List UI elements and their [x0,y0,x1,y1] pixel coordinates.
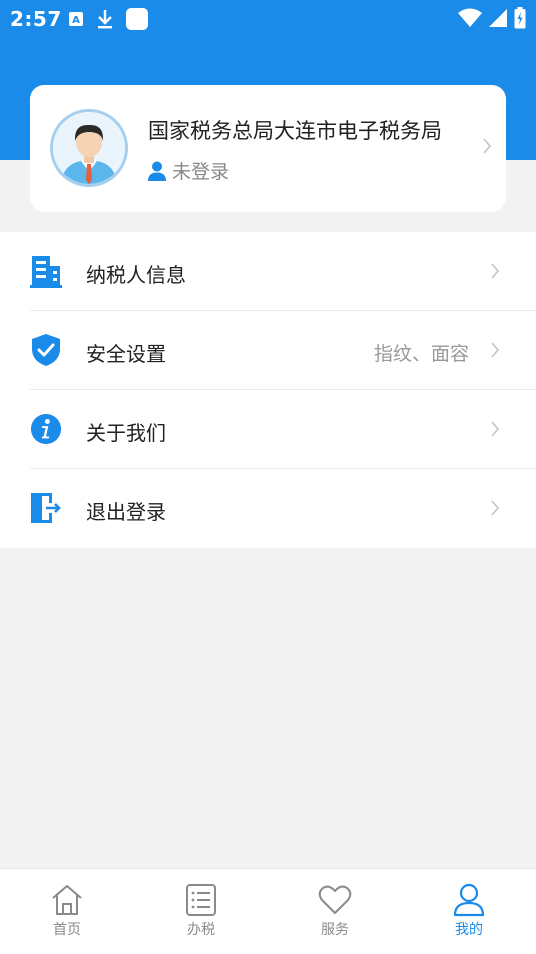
avatar [50,109,128,187]
avatar-person-icon [53,112,125,184]
status-bar: 2:57 A [0,0,536,38]
wifi-icon [458,8,482,27]
svg-text:A: A [72,15,80,26]
menu-item-value: 指纹、面容 [373,343,469,365]
menu-item-logout[interactable]: 退出登录 [0,469,536,548]
nav-item-tax[interactable]: 办税 [134,869,268,954]
chevron-right-icon [491,263,500,279]
menu-item-label: 关于我们 [86,421,166,445]
nav-item-home[interactable]: 首页 [0,869,134,954]
list-icon [186,884,216,916]
menu-item-label: 安全设置 [86,342,166,366]
menu-item-security-settings[interactable]: 安全设置 指纹、面容 [0,311,536,390]
menu-item-about-us[interactable]: 关于我们 [0,390,536,469]
signal-icon [489,9,507,27]
home-icon [52,885,82,915]
download-icon [98,10,112,29]
menu-item-taxpayer-info[interactable]: 纳税人信息 [0,232,536,311]
screen: 2:57 A 国家税务总局大连市电子税务局 未登录 纳税人信息 安全设置 指纹、… [0,0,536,954]
org-name: 国家税务总局大连市电子税务局 [148,119,442,143]
heart-icon [318,885,352,914]
nav-label: 服务 [321,922,349,938]
status-right-icons [458,7,526,29]
bottom-nav: 首页 办税 服务 我的 [0,868,536,954]
logout-icon [31,493,61,523]
chevron-right-icon [483,138,492,154]
info-icon [30,413,62,445]
nav-label: 首页 [53,922,81,938]
menu-item-label: 纳税人信息 [86,263,186,287]
user-icon [148,161,166,181]
nav-label: 我的 [455,922,483,938]
building-icon [30,256,62,288]
nav-item-mine[interactable]: 我的 [402,869,536,954]
profile-card[interactable]: 国家税务总局大连市电子税务局 未登录 [30,85,506,212]
status-left-icons: A [68,8,148,30]
user-icon [453,883,485,917]
keyboard-a-icon: A [69,12,83,26]
shield-check-icon [32,334,60,366]
login-status-row[interactable]: 未登录 [148,157,229,184]
login-status-text: 未登录 [172,161,230,183]
app-square-icon [126,8,148,30]
chevron-right-icon [491,421,500,437]
settings-menu: 纳税人信息 安全设置 指纹、面容 关于我们 退出登录 [0,232,536,548]
nav-label: 办税 [187,922,215,938]
chevron-right-icon [491,500,500,516]
chevron-right-icon [491,342,500,358]
nav-item-service[interactable]: 服务 [268,869,402,954]
menu-item-label: 退出登录 [86,500,166,524]
battery-icon [514,7,526,29]
status-time: 2:57 [10,7,62,31]
